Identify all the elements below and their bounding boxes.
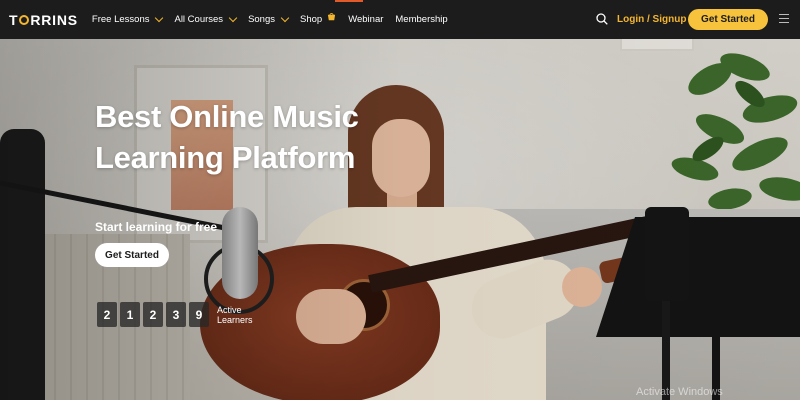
counter-digit: 9 <box>189 302 209 327</box>
counter-digit: 2 <box>97 302 117 327</box>
hamburger-menu-icon[interactable] <box>779 14 789 23</box>
main-nav: Free Lessons All Courses Songs Shop Webi… <box>91 12 448 25</box>
nav-shop[interactable]: Shop <box>300 12 336 25</box>
nav-songs-label: Songs <box>248 14 275 25</box>
logo-text-rest: RRINS <box>30 11 78 28</box>
get-started-button[interactable]: Get Started <box>688 9 768 30</box>
counter-label: Active Learners <box>217 305 257 325</box>
chevron-down-icon <box>280 13 290 23</box>
logo-letter-t: T <box>9 11 19 28</box>
counter-digit: 3 <box>166 302 186 327</box>
nav-free-lessons[interactable]: Free Lessons <box>91 13 164 25</box>
counter-digit: 2 <box>143 302 163 327</box>
counter-label-line-2: Learners <box>217 314 253 325</box>
chevron-down-icon <box>155 13 164 23</box>
nav-songs[interactable]: Songs <box>248 13 290 25</box>
activate-windows-watermark: Activate Windows <box>636 386 723 398</box>
nav-free-lessons-label: Free Lessons <box>91 14 150 25</box>
nav-shop-label: Shop <box>300 14 323 25</box>
nav-membership[interactable]: Membership <box>395 14 447 25</box>
torrins-logo[interactable]: T RRINS <box>9 12 78 28</box>
nav-webinar-label: Webinar <box>348 14 384 25</box>
nav-webinar[interactable]: Webinar <box>348 14 383 25</box>
hero-get-started-button[interactable]: Get Started <box>95 243 169 267</box>
hero-title: Best Online Music Learning Platform <box>95 96 359 178</box>
nav-all-courses-label: All Courses <box>174 14 224 25</box>
nav-accent-bar <box>335 0 363 2</box>
logo-ring-icon <box>19 14 30 25</box>
nav-all-courses[interactable]: All Courses <box>174 13 238 25</box>
counter-digit: 1 <box>120 302 140 327</box>
cart-icon <box>328 12 336 20</box>
hero-title-line-2: Learning Platform <box>95 140 356 175</box>
search-icon[interactable] <box>596 13 608 25</box>
active-learners-counter: 2 1 2 3 9 Active Learners <box>97 302 257 327</box>
login-signup-link[interactable]: Login / Signup <box>617 14 686 25</box>
nav-membership-label: Membership <box>395 14 448 25</box>
top-navbar: T RRINS Free Lessons All Courses Songs Sh… <box>0 0 800 39</box>
chevron-down-icon <box>228 13 238 23</box>
hero-title-line-1: Best Online Music <box>95 99 359 134</box>
counter-label-line-1: Active <box>217 304 242 315</box>
hero-subtitle: Start learning for free <box>95 220 218 234</box>
